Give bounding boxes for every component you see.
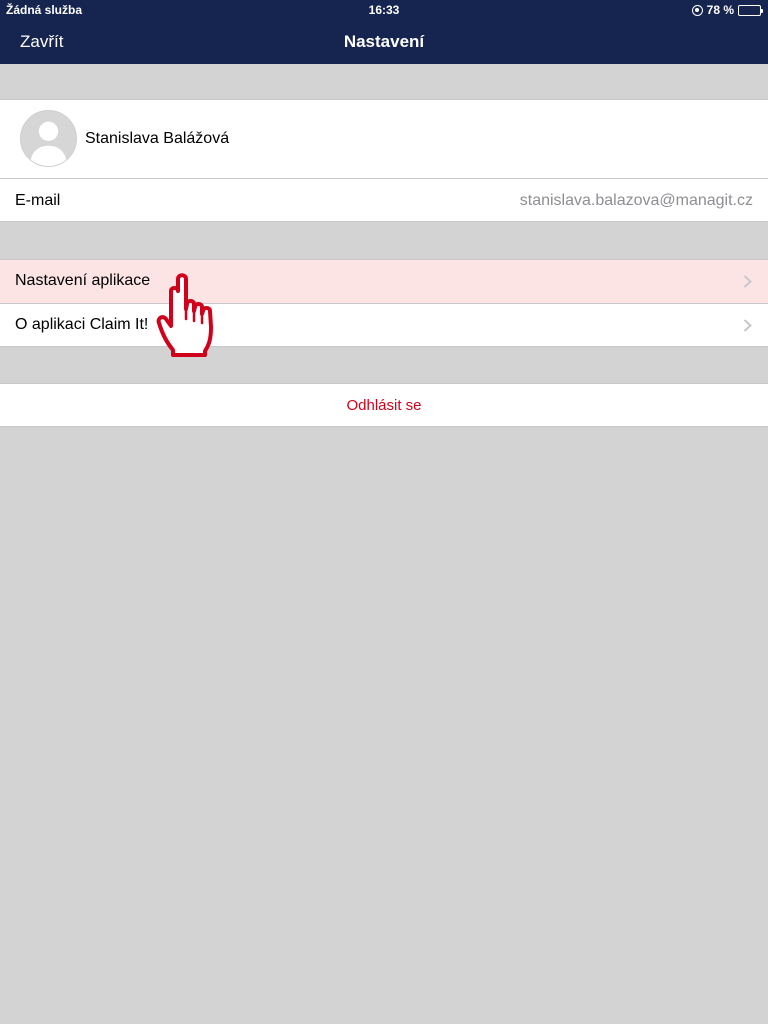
email-label: E-mail (15, 192, 61, 209)
menu-item-app-settings[interactable]: Nastavení aplikace (0, 260, 768, 303)
chevron-right-icon (743, 275, 752, 288)
profile-row[interactable]: Stanislava Balážová (0, 100, 768, 178)
battery-icon (738, 4, 763, 16)
menu-item-about[interactable]: O aplikaci Claim It! (0, 303, 768, 346)
status-time: 16:33 (368, 3, 400, 17)
battery-percent: 78 % (706, 3, 734, 17)
top-bar: Žádná služba 16:33 78 % Zavřít Nastavení (0, 0, 768, 64)
status-right: 78 % (691, 3, 763, 17)
profile-name: Stanislava Balážová (85, 130, 230, 147)
menu-group: Nastavení aplikace O aplikaci Claim It! (0, 259, 768, 347)
menu-item-label: Nastavení aplikace (15, 272, 151, 289)
status-bar: Žádná služba 16:33 78 % (0, 0, 768, 20)
logout-label: Odhlásit se (346, 396, 422, 414)
email-row: E-mail stanislava.balazova@managit.cz (0, 178, 768, 221)
email-value: stanislava.balazova@managit.cz (519, 192, 753, 209)
logout-group: Odhlásit se (0, 383, 768, 427)
nav-bar: Zavřít Nastavení (0, 20, 768, 64)
menu-item-label: O aplikaci Claim It! (15, 316, 149, 333)
chevron-right-icon (743, 319, 752, 332)
profile-group: Stanislava Balážová E-mail stanislava.ba… (0, 99, 768, 222)
rotation-lock-icon (691, 4, 703, 16)
logout-button[interactable]: Odhlásit se (0, 384, 768, 426)
page-title: Nastavení (343, 32, 425, 51)
person-silhouette-icon (20, 110, 77, 167)
settings-screen: Žádná služba 16:33 78 % Zavřít Nastavení (0, 0, 768, 1024)
